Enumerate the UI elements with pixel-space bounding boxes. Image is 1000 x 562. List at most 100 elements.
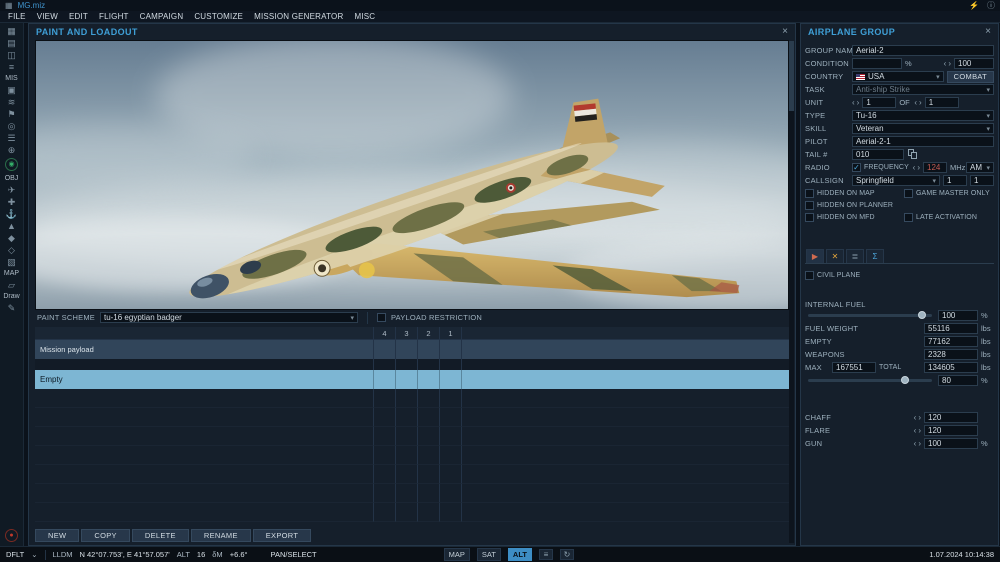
- flare-stepper[interactable]: ‹ ›: [914, 426, 921, 435]
- zones-icon[interactable]: ⊕: [3, 144, 21, 156]
- export-button[interactable]: EXPORT: [252, 529, 312, 542]
- vehicle-icon[interactable]: ▲: [3, 220, 21, 232]
- goals-icon[interactable]: ◎: [3, 120, 21, 132]
- new-mission-icon[interactable]: ▦: [3, 25, 21, 37]
- decrement-icon[interactable]: ‹: [914, 98, 917, 107]
- menu-misc[interactable]: MISC: [354, 12, 375, 21]
- type-dropdown[interactable]: Tu-16 ▾: [852, 110, 994, 121]
- close-icon[interactable]: ×: [782, 27, 788, 37]
- flare-value[interactable]: 120: [924, 425, 978, 436]
- map-layer-icon[interactable]: ▱: [3, 279, 21, 291]
- map-view-button[interactable]: MAP: [443, 548, 470, 561]
- decrement-icon[interactable]: ‹: [914, 439, 917, 448]
- payload-table[interactable]: 4 3 2 1 Mission payload Empty: [35, 327, 789, 522]
- tab-route-icon[interactable]: ▶: [806, 249, 824, 263]
- decrement-icon[interactable]: ‹: [914, 413, 917, 422]
- increment-icon[interactable]: ›: [918, 413, 921, 422]
- tab-systems-icon[interactable]: ≣: [846, 249, 864, 263]
- vertical-scrollbar[interactable]: [789, 41, 794, 543]
- frequency-stepper[interactable]: ‹ ›: [913, 163, 920, 172]
- hidden-on-planner-checkbox[interactable]: [805, 200, 814, 210]
- table-row[interactable]: Mission payload: [35, 340, 789, 359]
- skill-dropdown[interactable]: Veteran ▾: [852, 123, 994, 134]
- increment-icon[interactable]: ›: [919, 98, 922, 107]
- tab-summary-icon[interactable]: Σ: [866, 249, 884, 263]
- menu-file[interactable]: FILE: [8, 12, 26, 21]
- rename-button[interactable]: RENAME: [190, 529, 251, 542]
- pilot-input[interactable]: Aerial-2-1: [852, 136, 994, 147]
- increment-icon[interactable]: ›: [917, 163, 920, 172]
- sat-view-button[interactable]: SAT: [476, 548, 501, 561]
- copy-button[interactable]: COPY: [81, 529, 130, 542]
- increment-icon[interactable]: ›: [918, 426, 921, 435]
- unit-total-stepper[interactable]: ‹ ›: [914, 98, 922, 107]
- decrement-icon[interactable]: ‹: [852, 98, 855, 107]
- menu-view[interactable]: VIEW: [37, 12, 58, 21]
- payload-restriction-checkbox[interactable]: [376, 313, 386, 322]
- menu-campaign[interactable]: CAMPAIGN: [140, 12, 184, 21]
- decrement-icon[interactable]: ‹: [913, 163, 916, 172]
- paint-scheme-dropdown[interactable]: tu-16 egyptian badger ▾: [99, 312, 358, 323]
- callsign-number-input[interactable]: 1: [943, 175, 967, 186]
- internal-fuel-slider[interactable]: [808, 311, 932, 319]
- open-mission-icon[interactable]: ▤: [3, 37, 21, 49]
- coord-format-toggle[interactable]: LLDM: [53, 550, 73, 559]
- fuel-percent-slider[interactable]: [808, 376, 932, 384]
- chaff-stepper[interactable]: ‹ ›: [914, 413, 921, 422]
- decrement-icon[interactable]: ‹: [914, 426, 917, 435]
- slider-handle[interactable]: [918, 311, 927, 319]
- increment-icon[interactable]: ›: [857, 98, 860, 107]
- unit-count-stepper[interactable]: ‹ ›: [852, 98, 860, 107]
- template-icon[interactable]: ◇: [3, 244, 21, 256]
- slider-handle[interactable]: [900, 376, 909, 384]
- draw-icon[interactable]: ✎: [3, 302, 21, 314]
- menu-edit[interactable]: EDIT: [69, 12, 88, 21]
- lists-icon[interactable]: ☰: [3, 132, 21, 144]
- callsign-flight-input[interactable]: 1: [970, 175, 994, 186]
- info-icon[interactable]: ⓘ: [987, 0, 995, 11]
- fuel-percent-value[interactable]: 80: [938, 375, 978, 386]
- triggers-icon[interactable]: ⚑: [3, 108, 21, 120]
- civil-plane-checkbox[interactable]: [805, 270, 814, 280]
- ship-icon[interactable]: ⚓: [3, 208, 21, 220]
- combat-button[interactable]: COMBAT: [946, 70, 994, 83]
- max-weight-input[interactable]: 167551: [832, 362, 876, 373]
- menu-customize[interactable]: CUSTOMIZE: [194, 12, 243, 21]
- delete-button[interactable]: DELETE: [131, 529, 189, 542]
- unit-count-value[interactable]: 1: [862, 97, 897, 108]
- unit-total-value[interactable]: 1: [924, 97, 959, 108]
- layer-dropdown[interactable]: DFLT: [6, 550, 24, 559]
- scrollbar-thumb[interactable]: [789, 41, 794, 111]
- increment-icon[interactable]: ›: [918, 439, 921, 448]
- frequency-value[interactable]: 124: [923, 162, 947, 173]
- map-filter-icon[interactable]: ≡: [538, 549, 553, 560]
- increment-icon[interactable]: ›: [948, 59, 951, 68]
- menu-mission-generator[interactable]: MISSION GENERATOR: [254, 12, 343, 21]
- late-activation-checkbox[interactable]: [904, 212, 913, 222]
- game-master-only-checkbox[interactable]: [904, 188, 913, 198]
- save-mission-icon[interactable]: ◫: [3, 49, 21, 61]
- chaff-value[interactable]: 120: [924, 412, 978, 423]
- internal-fuel-value[interactable]: 100: [938, 310, 978, 321]
- callsign-dropdown[interactable]: Springfield ▾: [852, 175, 940, 186]
- gun-value[interactable]: 100: [924, 438, 978, 449]
- condition-input[interactable]: [852, 58, 902, 69]
- menu-flight[interactable]: FLIGHT: [99, 12, 129, 21]
- airplane-icon[interactable]: ✈: [3, 184, 21, 196]
- modulation-dropdown[interactable]: AM ▾: [966, 162, 994, 173]
- condition-percent-value[interactable]: 100: [954, 58, 994, 69]
- tail-number-input[interactable]: 010: [852, 149, 904, 160]
- group-name-input[interactable]: Aerial-2: [852, 45, 994, 56]
- mission-options-icon[interactable]: ≡: [3, 61, 21, 73]
- time-sync-icon[interactable]: ↻: [559, 549, 574, 560]
- decrement-icon[interactable]: ‹: [944, 59, 947, 68]
- helicopter-icon[interactable]: ✚: [3, 196, 21, 208]
- close-icon[interactable]: ×: [985, 27, 991, 37]
- copy-icon[interactable]: [907, 149, 918, 160]
- radio-checkbox[interactable]: ✓: [852, 163, 861, 172]
- gun-stepper[interactable]: ‹ ›: [914, 439, 921, 448]
- hidden-on-map-checkbox[interactable]: [805, 188, 814, 198]
- task-dropdown[interactable]: Anti-ship Strike ▾: [852, 84, 994, 95]
- static-object-icon[interactable]: ◆: [3, 232, 21, 244]
- briefing-icon[interactable]: ▣: [3, 84, 21, 96]
